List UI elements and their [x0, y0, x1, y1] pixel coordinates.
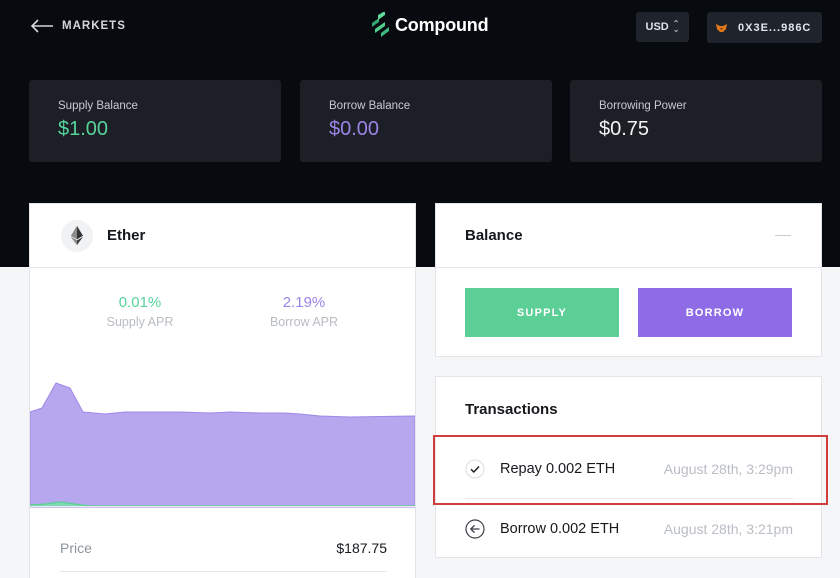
check-circle-icon: [465, 459, 485, 479]
asset-panel: Ether 0.01% Supply APR 2.19% Borrow APR …: [29, 203, 416, 578]
transaction-row[interactable]: Borrow 0.002 ETH August 28th, 3:21pm: [465, 499, 793, 558]
price-value: $187.75: [336, 539, 387, 556]
compound-logo-icon: [372, 12, 389, 37]
supply-balance-value: $1.00: [58, 118, 109, 140]
transaction-label: Repay 0.002 ETH: [500, 461, 616, 477]
borrowing-power-value: $0.75: [599, 118, 650, 140]
supply-apr-label: Supply APR: [106, 315, 174, 329]
borrow-balance-label: Borrow Balance: [329, 100, 411, 112]
back-to-markets-link[interactable]: MARKETS: [30, 15, 126, 37]
asset-name: Ether: [107, 227, 146, 244]
borrow-apr-value: 2.19%: [282, 294, 326, 311]
ether-badge: [61, 219, 93, 252]
apr-history-chart: [30, 382, 415, 508]
chevron-updown-icon: ⌃ ⌄: [672, 19, 680, 34]
balance-header: Balance: [436, 204, 821, 268]
chart-baseline: [30, 506, 415, 507]
price-label: Price: [60, 539, 92, 556]
collapse-icon[interactable]: [775, 235, 791, 236]
back-label: MARKETS: [62, 20, 126, 32]
metamask-fox-icon: [716, 23, 727, 32]
borrowing-power-label: Borrowing Power: [599, 100, 687, 112]
transaction-row[interactable]: Repay 0.002 ETH August 28th, 3:29pm: [465, 440, 793, 499]
balance-title: Balance: [465, 227, 523, 244]
balance-panel: Balance SUPPLY BORROW: [435, 203, 822, 357]
transaction-time: August 28th, 3:21pm: [663, 520, 793, 537]
supply-balance-label: Supply Balance: [58, 100, 138, 112]
transaction-label: Borrow 0.002 ETH: [500, 520, 620, 537]
wallet-address: 0X3E...986C: [738, 21, 812, 34]
supply-apr-value: 0.01%: [118, 294, 162, 311]
arrow-left-circle-icon: [465, 518, 485, 539]
ethereum-icon: [71, 226, 83, 245]
borrow-button[interactable]: BORROW: [638, 288, 792, 337]
borrow-balance-value: $0.00: [329, 118, 380, 140]
compound-logo[interactable]: Compound: [370, 12, 489, 38]
borrow-apr-area: [30, 382, 415, 508]
borrow-balance-card: Borrow Balance $0.00: [300, 80, 552, 162]
borrowing-power-card: Borrowing Power $0.75: [570, 80, 822, 162]
supply-button[interactable]: SUPPLY: [465, 288, 619, 337]
transactions-title: Transactions: [465, 401, 558, 418]
supply-apr: 0.01% Supply APR: [70, 294, 210, 329]
transactions-panel: Transactions Repay 0.002 ETH August 28th…: [435, 376, 822, 558]
transaction-time: August 28th, 3:29pm: [663, 461, 793, 477]
wallet-button[interactable]: 0X3E...986C: [707, 12, 822, 43]
currency-select[interactable]: USD ⌃ ⌄: [636, 12, 689, 42]
asset-header: Ether: [30, 204, 415, 268]
brand-name: Compound: [395, 14, 489, 35]
borrow-apr: 2.19% Borrow APR: [234, 294, 374, 329]
supply-balance-card: Supply Balance $1.00: [29, 80, 281, 162]
currency-value: USD: [645, 21, 669, 33]
borrow-apr-label: Borrow APR: [269, 315, 339, 329]
arrow-left-icon: [30, 19, 53, 33]
price-row: Price $187.75: [60, 524, 387, 572]
